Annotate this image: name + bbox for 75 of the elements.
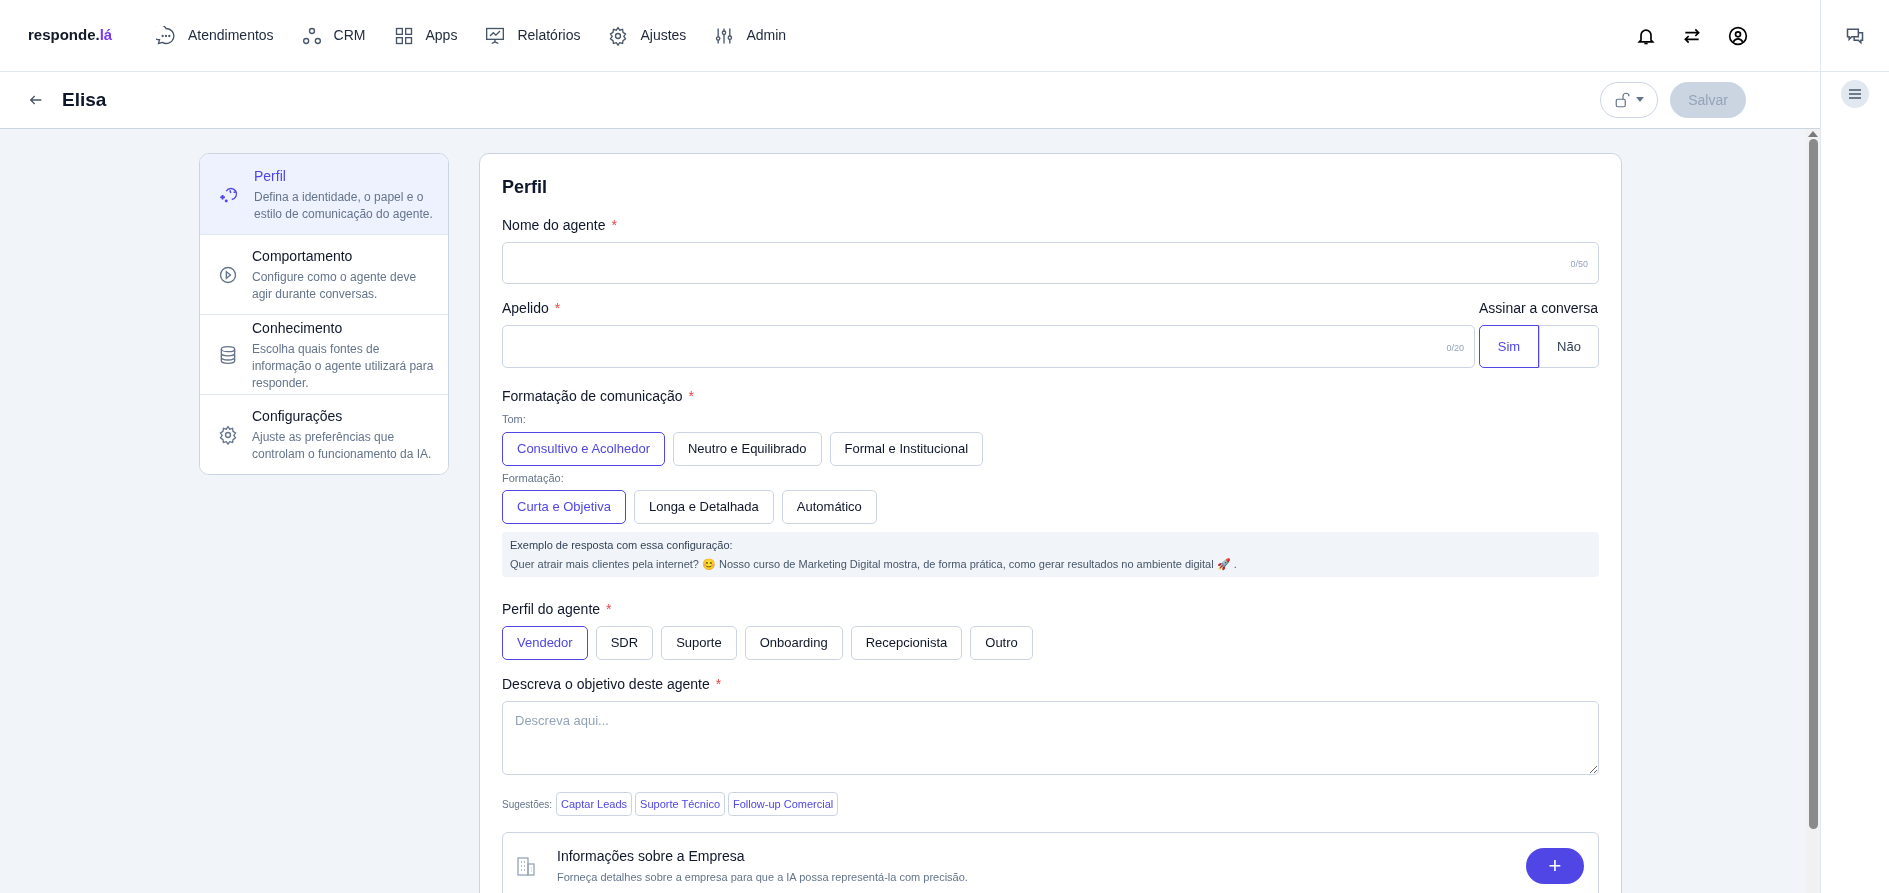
option-button[interactable]: Outro <box>970 626 1033 660</box>
option-button[interactable]: Consultivo e Acolhedor <box>502 431 665 466</box>
field-label: Descreva o objetivo deste agente <box>502 675 710 694</box>
nav-link[interactable]: Admin <box>714 25 787 46</box>
section-description: Escolha quais fontes de informação o agente utilizará para responder. <box>252 340 435 392</box>
character-counter: 0/50 <box>1570 257 1588 271</box>
chat-bubble-icon <box>156 25 176 46</box>
caret-icon <box>1636 97 1644 103</box>
suggestion-chip[interactable]: Suporte Técnico <box>635 792 725 816</box>
settings-icon <box>608 25 629 46</box>
required-mark: * <box>715 675 722 694</box>
padlock-icon <box>1614 91 1632 109</box>
option-button[interactable]: Suporte <box>661 626 737 660</box>
presentation-chart-icon <box>485 25 506 46</box>
option-button[interactable]: Neutro e Equilibrado <box>673 431 822 466</box>
field-label: Formatação de comunicação <box>502 387 683 406</box>
nav-link[interactable]: Ajustes <box>608 25 687 46</box>
example-title: Exemplo de resposta com essa configuração: <box>510 538 734 553</box>
toggle-option[interactable]: Sim <box>1479 325 1539 368</box>
nav-link[interactable]: CRM <box>301 25 366 46</box>
section-description: Configure como o agente deve agir durante conversas. <box>252 269 418 303</box>
character-counter: 0/20 <box>1446 341 1464 355</box>
example-text: Quer atrair mais clientes pela internet? 😊 Nosso curso de Marketing Digital mostra, de forma prática, como gerar resultados no ambiente digital 🚀 . <box>510 556 1238 572</box>
lock-dropdown-button[interactable] <box>1600 82 1658 118</box>
section-title: Configurações <box>252 407 344 426</box>
group-label: Tom: <box>502 412 527 427</box>
play-circle-icon <box>218 264 238 285</box>
settings-icon <box>218 424 238 445</box>
panel-description: Forneça detalhes sobre a empresa para que a IA possa representá-la com precisão. <box>557 869 969 885</box>
menu-icon <box>1848 88 1862 100</box>
section-description: Ajuste as preferências que controlam o funcionamento da IA. <box>252 429 433 463</box>
required-mark: * <box>606 600 612 619</box>
scroll-up-icon[interactable] <box>1808 131 1818 137</box>
suggestion-chip[interactable]: Captar Leads <box>556 792 633 816</box>
section-description: Defina a identidade, o papel e o estilo de comunicação do agente. <box>254 188 434 223</box>
section-title: Perfil <box>254 166 287 186</box>
nav-link[interactable]: Relatórios <box>485 25 581 46</box>
user-avatar-icon[interactable] <box>1728 25 1748 46</box>
grid-icon <box>393 25 414 46</box>
database-icon <box>218 344 238 365</box>
suggestion-chip[interactable]: Follow-up Comercial <box>728 792 839 816</box>
menu-button[interactable] <box>1841 80 1869 108</box>
option-button[interactable]: Formal e Institucional <box>829 431 984 466</box>
section-title: Conhecimento <box>252 318 344 338</box>
nav-link[interactable]: Apps <box>393 25 458 46</box>
panel-title: Informações sobre a Empresa <box>557 846 746 866</box>
option-button[interactable]: Recepcionista <box>850 626 963 660</box>
field-label: Apelido <box>502 299 549 318</box>
required-mark: * <box>611 216 617 235</box>
section-title: Comportamento <box>252 247 354 266</box>
field-label: Nome do agente <box>502 216 606 235</box>
suggestions-label: Sugestões: <box>502 797 553 812</box>
nav-link[interactable]: Atendimentos <box>156 25 274 46</box>
objective-textarea[interactable]: Descreva aqui... <box>502 701 1599 775</box>
group-label: Formatação: <box>502 470 565 486</box>
required-mark: * <box>554 299 561 318</box>
option-button[interactable]: Onboarding <box>744 626 843 660</box>
option-button[interactable]: Longa e Detalhada <box>633 490 774 524</box>
scrollbar[interactable] <box>1806 129 1820 893</box>
required-mark: * <box>688 387 694 406</box>
section-item[interactable]: Perfil Defina a identidade, o papel e o estilo de comunicação do agente. <box>200 154 448 234</box>
form-title: Perfil <box>502 176 549 199</box>
option-button[interactable]: Vendedor <box>502 626 588 660</box>
brand-logo: responde.lá <box>28 25 113 46</box>
toggle-option[interactable]: Não <box>1539 325 1599 368</box>
option-button[interactable]: SDR <box>595 626 654 660</box>
building-icon <box>517 855 535 876</box>
section-item[interactable]: Configurações Ajuste as preferências que controlam o funcionamento da IA. <box>200 394 448 474</box>
option-button[interactable]: Automático <box>781 490 877 524</box>
field-label: Perfil do agente <box>502 600 601 619</box>
field-label: Assinar a conversa <box>1479 299 1599 318</box>
option-button[interactable]: Curta e Objetiva <box>502 490 626 524</box>
page-title: Elisa <box>62 87 107 112</box>
circles-icon <box>301 25 322 46</box>
add-button[interactable]: + <box>1526 847 1584 884</box>
